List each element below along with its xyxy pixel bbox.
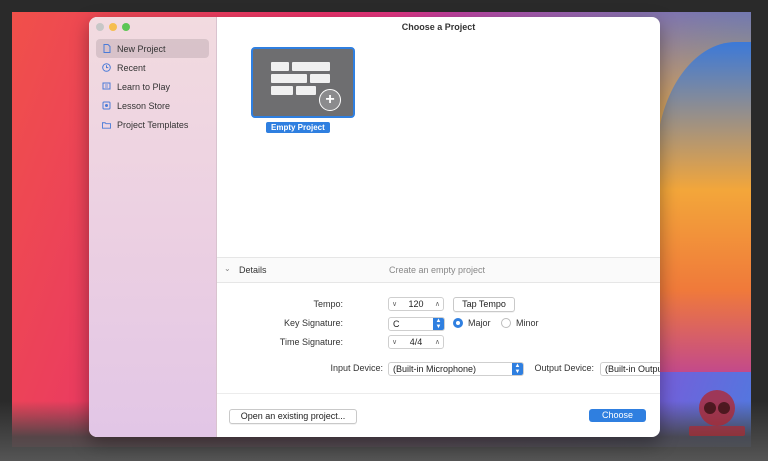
zoom-button[interactable] (122, 23, 130, 31)
major-label: Major (468, 318, 491, 328)
major-radio[interactable] (453, 318, 463, 328)
output-device-value: (Built-in Output) (605, 364, 660, 374)
details-section-header[interactable]: ⌄ Details Create an empty project (217, 257, 660, 283)
chevron-up-icon[interactable]: ∧ (435, 300, 440, 308)
music-stand-icon (102, 82, 111, 91)
sidebar-item-project-templates[interactable]: Project Templates (96, 115, 209, 134)
choose-project-window: New Project Recent Learn to Play Lesson … (89, 17, 660, 437)
details-title: Details (239, 265, 267, 275)
document-icon (102, 44, 111, 53)
sidebar-item-new-project[interactable]: New Project (96, 39, 209, 58)
sidebar-item-label: Project Templates (117, 119, 189, 130)
tempo-value: 120 (408, 299, 424, 309)
key-signature-select[interactable]: C ▲ ▼ (388, 317, 445, 331)
watermark-logo (689, 390, 745, 436)
chevron-down-icon[interactable]: ⌄ (224, 264, 231, 273)
details-description: Create an empty project (389, 265, 486, 275)
clock-icon (102, 63, 111, 72)
window-controls (96, 23, 130, 31)
wallpaper-band (656, 42, 751, 372)
sidebar-item-recent[interactable]: Recent (96, 58, 209, 77)
sidebar-item-lesson-store[interactable]: Lesson Store (96, 96, 209, 115)
sidebar-item-learn-to-play[interactable]: Learn to Play (96, 77, 209, 96)
select-caret-icon: ▲ ▼ (433, 318, 444, 330)
main-panel: Choose a Project + Empty Project ⌄ Detai… (217, 17, 660, 437)
select-caret-icon: ▲ ▼ (512, 363, 523, 375)
input-device-value: (Built-in Microphone) (393, 364, 477, 374)
chevron-down-icon[interactable]: ∨ (392, 338, 397, 346)
tap-tempo-button[interactable]: Tap Tempo (453, 297, 515, 312)
key-signature-label: Key Signature: (283, 318, 343, 328)
time-signature-stepper[interactable]: ∨ 4/4 ∧ (388, 335, 444, 349)
chevron-up-icon[interactable]: ∧ (435, 338, 440, 346)
minor-label: Minor (516, 318, 539, 328)
folder-icon (102, 120, 111, 129)
output-device-select[interactable]: (Built-in Output) ▲▼ (600, 362, 660, 376)
close-button[interactable] (96, 23, 104, 31)
input-device-label: Input Device: (330, 363, 383, 373)
chevron-down-icon[interactable]: ∨ (392, 300, 397, 308)
tempo-stepper[interactable]: ∨ 120 ∧ (388, 297, 444, 311)
tempo-label: Tempo: (313, 299, 343, 309)
footer-divider (217, 393, 660, 394)
empty-project-tile[interactable]: + (251, 47, 355, 118)
window-title: Choose a Project (401, 22, 476, 32)
sidebar-item-label: Lesson Store (117, 100, 171, 111)
sidebar-item-label: Learn to Play (117, 81, 171, 92)
time-signature-label: Time Signature: (279, 337, 343, 347)
sidebar-item-label: New Project (117, 43, 166, 54)
minimize-button[interactable] (109, 23, 117, 31)
sidebar-nav: New Project Recent Learn to Play Lesson … (96, 39, 209, 134)
empty-project-label[interactable]: Empty Project (266, 122, 330, 133)
key-signature-value: C (393, 319, 400, 329)
choose-button[interactable]: Choose (589, 409, 646, 422)
input-device-select[interactable]: (Built-in Microphone) ▲ ▼ (388, 362, 524, 376)
store-icon (102, 101, 111, 110)
sidebar-item-label: Recent (117, 62, 146, 73)
output-device-label: Output Device: (534, 363, 594, 373)
minor-radio[interactable] (501, 318, 511, 328)
sidebar: New Project Recent Learn to Play Lesson … (89, 17, 217, 437)
open-existing-project-button[interactable]: Open an existing project... (229, 409, 357, 424)
time-signature-value: 4/4 (409, 337, 423, 347)
